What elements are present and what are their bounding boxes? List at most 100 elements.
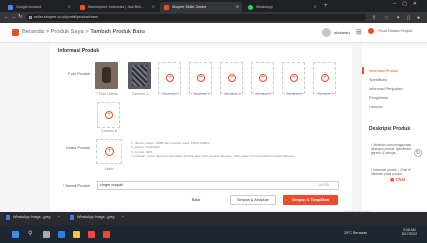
download-item[interactable]: WhatsApp Image...jpeg [13,215,50,219]
tab-favicon-icon [8,5,13,10]
reload-icon[interactable]: ↻ [18,14,23,20]
breadcrumb-home[interactable]: Beranda [22,29,44,35]
breadcrumb-products[interactable]: Produk Saya [51,29,84,35]
close-tab-icon[interactable]: ✕ [236,4,239,9]
product-name-value[interactable]: cinger orapali [100,183,123,187]
tab-favicon-icon [80,5,85,10]
avatar [322,27,331,37]
slot-label: Gambar 1 [132,92,148,96]
share-icon[interactable]: ⇪ [372,15,376,21]
app-icon[interactable] [103,231,110,238]
weather-tray[interactable]: 29°C Berawan [344,231,367,235]
product-photo-main[interactable] [95,62,118,89]
char-counter: 14/255 [318,183,329,187]
download-item[interactable]: WhatsApp Image...jpeg [77,215,114,219]
browser-tab[interactable]: Marketplace Indonesia | Jual Beli... ✕ [76,2,158,12]
extensions-icon[interactable]: ✦ [396,15,400,21]
shopee-logo-icon[interactable] [12,29,19,36]
chevron-up-icon[interactable]: ^ [122,215,124,219]
file-explorer-icon[interactable] [73,231,80,238]
system-clock[interactable]: 9:08 AM 8/17/2022 [402,228,417,236]
photo-slot-5[interactable]: + [251,62,274,94]
slot-label: Gambar 7 [317,92,333,96]
back-icon[interactable]: ← [4,14,10,20]
photo-slot-3[interactable]: + [189,62,212,94]
slot-label: Gambar 3 [193,92,209,96]
slot-label: Gambar 2 [162,92,178,96]
sidebar-icon[interactable]: ▯ [407,15,410,21]
clock-date: 8/17/2022 [402,232,418,237]
nav-item-lainnya[interactable]: Lainnya [369,105,382,109]
photo-thumbnail-image [102,67,111,83]
slot-label: Gambar 8 [101,129,117,133]
windows-start-icon[interactable] [12,231,19,238]
add-image-icon: + [259,74,267,82]
add-image-icon: + [197,74,205,82]
close-tab-icon[interactable]: ✕ [152,4,155,9]
browser-tab[interactable]: Google Account ✕ [4,2,74,12]
chat-label: Chat [395,177,406,182]
video-slot-label: Video [104,167,114,171]
add-image-icon: + [105,111,113,119]
browser-tab-active[interactable]: Shopee Seller Centre ✕ [160,2,242,12]
apps-grid-icon[interactable]: ⊞ [356,28,362,36]
education-hub-link[interactable]: Pusat Edukasi Penjual [378,29,412,33]
chevron-up-icon[interactable]: ^ [58,215,60,219]
cancel-button[interactable]: Batal [176,195,216,205]
tab-title: Google Account [16,5,42,9]
video-label: Video Produk [66,145,90,150]
photo-slot-4[interactable]: + [220,62,243,94]
breadcrumb: Beranda > Produk Saya > Tambah Produk Ba… [22,29,145,35]
slot-label: Gambar 4 [224,92,240,96]
video-rules: 1. Ukuran: Maks. 30MB dan resolusi maks.… [131,141,306,158]
forward-icon[interactable]: → [11,14,17,20]
save-publish-button[interactable]: Simpan & Tampilkan [283,195,338,205]
window-controls[interactable]: –▢✕ [393,1,423,7]
product-name-input[interactable] [97,181,339,190]
nav-item-informasi-penjualan[interactable]: Informasi Penjualan [369,87,403,91]
photo-slot-7[interactable]: + [313,62,336,94]
video-rule: 4. Catatan: Kamu dapat menampilkan produ… [131,153,296,158]
lock-icon[interactable] [29,15,32,19]
foto-label: Foto Produk [68,71,90,76]
tab-favicon-icon [248,5,253,10]
refresh-icon[interactable]: ↻ [414,149,422,157]
photo-slot-2[interactable]: + [158,62,181,94]
edge-icon[interactable] [58,231,65,238]
account-menu[interactable]: ubriuedu [322,27,350,37]
file-icon [70,215,74,220]
nav-item-pengiriman[interactable]: Pengiriman [369,96,388,100]
new-tab-icon[interactable]: + [324,3,328,9]
tab-favicon-icon [164,5,169,10]
product-photo-1[interactable] [128,62,151,89]
browser-tab[interactable]: WhatsApp ✕ [244,2,320,12]
task-view-icon[interactable] [43,231,50,238]
add-video-icon: + [105,147,114,156]
tab-title: WhatsApp [256,5,273,9]
add-image-icon: + [228,74,236,82]
profile-icon[interactable]: ● [417,15,420,21]
description-tip-text: • Informasi produk... Chat di halaman pa… [371,168,411,176]
photo-thumbnail-image [132,65,147,86]
add-image-icon: + [166,74,174,82]
store-icon[interactable] [88,231,95,238]
description-tip-text: • Jelaskan cara penggunaan, deskripsi pr… [371,143,413,155]
slot-label: Gambar 6 [286,92,302,96]
star-icon[interactable]: ☆ [384,15,388,21]
search-icon[interactable]: ⚲ [28,230,35,237]
video-upload-slot[interactable]: + [96,139,122,164]
nav-item-informasi-produk[interactable]: Informasi Produk [369,69,398,73]
slot-label: * Foto Utama [96,92,118,96]
section-title: Informasi Produk [58,48,100,54]
photo-slot-6[interactable]: + [282,62,305,94]
url-text[interactable]: seller.shopee.co.id/portal/product/new [34,15,98,19]
education-hub-icon[interactable] [368,28,374,34]
nav-item-spesifikasi[interactable]: Spesifikasi [369,78,387,82]
close-tab-icon[interactable]: ✕ [68,4,71,9]
add-image-icon: + [290,74,298,82]
close-tab-icon[interactable]: ✕ [314,4,317,9]
photo-slot-8[interactable]: + [97,102,120,128]
save-archive-button[interactable]: Simpan & Arsipkan [230,195,276,205]
chat-button[interactable]: ▣ Chat [390,177,405,183]
downloads-bar [0,212,427,225]
